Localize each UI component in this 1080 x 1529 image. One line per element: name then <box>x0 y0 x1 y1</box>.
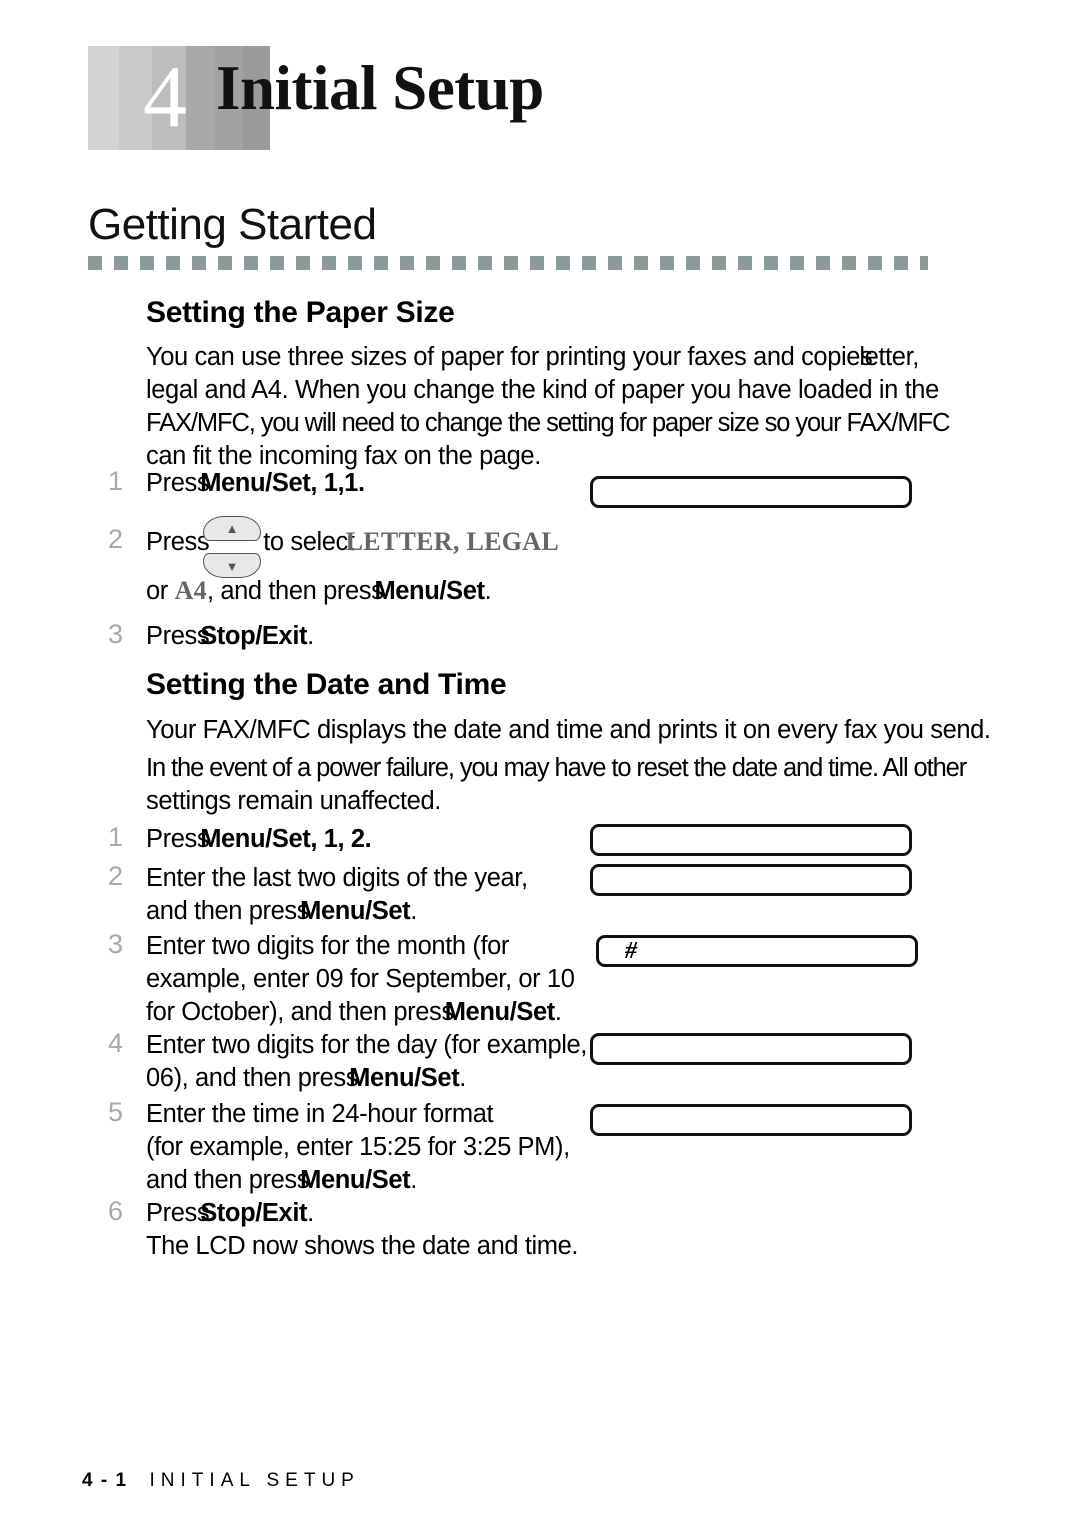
step-number: 1 <box>108 822 124 852</box>
key-menu-set: Menu/Set <box>200 469 311 497</box>
footer-page-number: 4 - 1 <box>82 1470 128 1491</box>
step-datetime-1: PressMenu/Set, 1, 2. <box>146 823 372 856</box>
step-line-1: Enter the time in 24-hour format <box>146 1100 494 1128</box>
step-suffix: , 1, 2. <box>310 825 372 853</box>
key-stop-exit: Stop/Exit <box>200 622 308 650</box>
page-footer: 4 - 1 INITIAL SETUP <box>82 1470 360 1492</box>
key-menu-set: Menu/Set <box>374 577 485 605</box>
step-line-2: (for example, enter 15:25 for 3:25 PM), <box>146 1133 570 1161</box>
step-paper-2-line2: or A4, and then pressMenu/Set. <box>146 574 492 608</box>
intro-line-3: FAX/MFC, you will need to change the set… <box>146 409 950 437</box>
key-menu-set: Menu/Set <box>300 1166 411 1194</box>
date-time-intro-1: Your FAX/MFC displays the date and time … <box>146 714 1036 747</box>
dotted-rule-divider <box>88 256 928 270</box>
step-line-3-prefix: for October), and then press <box>146 998 454 1026</box>
key-menu-set: Menu/Set <box>444 998 556 1026</box>
step-suffix: . <box>459 1064 466 1092</box>
intro-line-1a: You can use three sizes of paper for pri… <box>146 343 873 371</box>
intro-line-1: Your FAX/MFC displays the date and time … <box>146 716 991 744</box>
heading-setting-date-time: Setting the Date and Time <box>146 668 507 701</box>
arrow-down-glyph: ▼ <box>225 559 239 574</box>
step-suffix: . <box>307 1199 314 1227</box>
step-number: 1 <box>108 466 124 496</box>
step-line2-mid: , and then press <box>206 577 384 605</box>
step-number: 2 <box>108 861 124 891</box>
chapter-number: 4 <box>143 49 187 146</box>
step-suffix: . <box>307 622 314 650</box>
lcd-display-datetime-3: # <box>596 935 918 967</box>
option-a4: A4 <box>174 576 207 605</box>
arrow-up-glyph: ▲ <box>225 521 239 536</box>
lcd-display-paper-1 <box>590 476 912 508</box>
step-suffix: . <box>554 998 562 1026</box>
key-stop-exit: Stop/Exit <box>200 1199 308 1227</box>
step-datetime-5: Enter the time in 24-hour format (for ex… <box>146 1098 570 1197</box>
chapter-title: Initial Setup <box>216 53 544 123</box>
step-line-2: example, enter 09 for September, or 10 <box>146 965 575 993</box>
step-suffix: , 1,1. <box>310 469 365 497</box>
step-datetime-3: Enter two digits for the month (for exam… <box>146 930 575 1029</box>
step-line-1: Enter two digits for the month (for <box>146 932 509 960</box>
step-number: 3 <box>108 619 124 649</box>
intro-line-1b: letter, <box>859 343 919 371</box>
step-line-3-prefix: and then press <box>146 1166 310 1194</box>
step-datetime-4: Enter two digits for the day (for exampl… <box>146 1029 587 1095</box>
step-mid-label: to select <box>263 528 355 556</box>
step-line-2-prefix: and then press <box>146 897 310 925</box>
section-heading: Getting Started <box>88 200 377 249</box>
step-number: 2 <box>108 524 124 554</box>
step-number: 4 <box>108 1028 124 1058</box>
step-datetime-2: Enter the last two digits of the year, a… <box>146 862 528 928</box>
intro-line-2: In the event of a power failure, you may… <box>146 754 967 782</box>
option-letter-legal: LETTER, LEGAL <box>345 527 559 556</box>
step-line-1: Enter two digits for the day (for exampl… <box>146 1031 587 1059</box>
step-number: 3 <box>108 929 124 959</box>
heading-setting-paper-size: Setting the Paper Size <box>146 296 455 329</box>
date-time-intro-2: In the event of a power failure, you may… <box>146 752 1036 818</box>
key-menu-set: Menu/Set <box>200 825 311 853</box>
step-press-label: Press <box>146 528 210 556</box>
step-paper-1: PressMenu/Set, 1,1. <box>146 467 365 500</box>
step-suffix: . <box>484 577 492 605</box>
step-line-2-prefix: 06), and then press <box>146 1064 359 1092</box>
lcd-display-datetime-5 <box>590 1104 912 1136</box>
lcd-display-datetime-4 <box>590 1033 912 1065</box>
lcd-display-datetime-1 <box>590 824 912 856</box>
footer-breadcrumb: INITIAL SETUP <box>149 1470 360 1491</box>
step-suffix: . <box>410 897 417 925</box>
lcd-display-datetime-2 <box>590 864 912 896</box>
intro-line-4: can fit the incoming fax on the page. <box>146 442 541 470</box>
step-line2-prefix: or <box>146 577 175 605</box>
step-number: 5 <box>108 1097 124 1127</box>
key-menu-set: Menu/Set <box>349 1064 460 1092</box>
step-line-1: Enter the last two digits of the year, <box>146 864 528 892</box>
intro-line-2: legal and A4. When you change the kind o… <box>146 376 939 404</box>
intro-line-3: settings remain unaffected. <box>146 787 441 815</box>
step-suffix: . <box>410 1166 417 1194</box>
step-line-2: The LCD now shows the date and time. <box>146 1232 579 1260</box>
arrow-keys-icon[interactable]: ▲ ▼ <box>203 516 261 578</box>
key-menu-set: Menu/Set <box>300 897 411 925</box>
step-number: 6 <box>108 1196 124 1226</box>
step-datetime-6: PressStop/Exit. The LCD now shows the da… <box>146 1197 578 1263</box>
paper-size-intro: You can use three sizes of paper for pri… <box>146 341 1026 473</box>
step-paper-3: PressStop/Exit. <box>146 620 314 653</box>
